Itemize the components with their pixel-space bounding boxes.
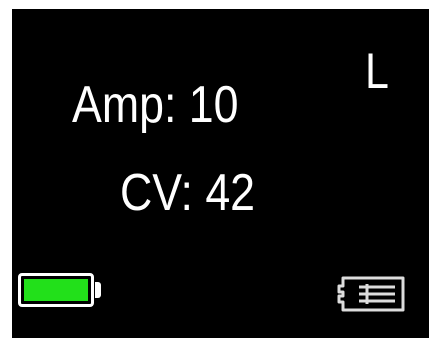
amp-readout: Amp: 10 [72,76,239,134]
memory-card-icon [337,276,405,312]
battery-terminal [95,282,101,298]
battery-icon [18,273,94,307]
battery-level-fill [24,279,88,301]
cv-readout: CV: 42 [120,164,256,222]
channel-indicator: L [365,43,389,99]
